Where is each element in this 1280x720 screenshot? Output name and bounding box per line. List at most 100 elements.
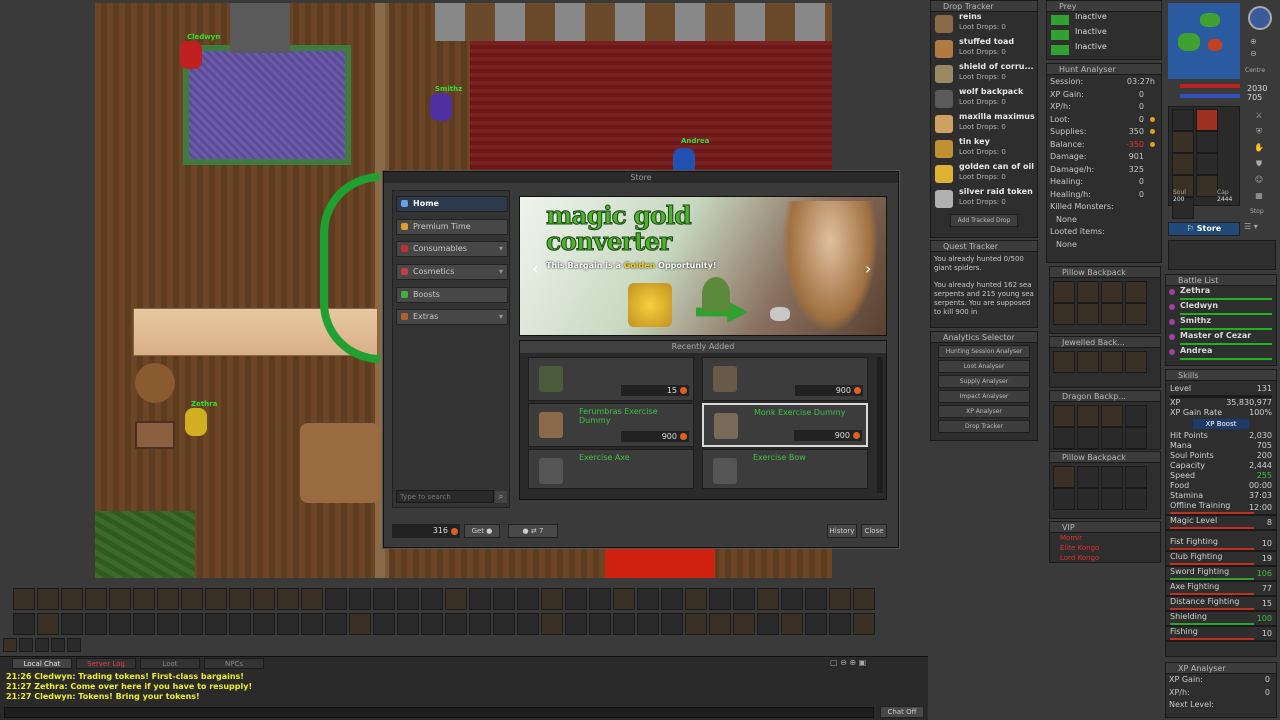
hotkey-slot[interactable] [109, 613, 131, 635]
hotkey-slot[interactable] [613, 613, 635, 635]
hotkey-slot[interactable] [301, 588, 323, 610]
store-item[interactable]: Ferumbras Exercise Dummy 900 [528, 403, 694, 447]
store-item[interactable]: 900 [702, 357, 868, 401]
hunting-session-analyser-button[interactable]: Hunting Session Analyser [938, 345, 1030, 358]
character-cledwyn[interactable] [180, 41, 202, 69]
hotkey-slot[interactable] [349, 613, 371, 635]
hotkey-slot[interactable] [205, 588, 227, 610]
hotkey-slot[interactable] [349, 588, 371, 610]
chat-tab-local[interactable]: Local Chat [12, 658, 72, 669]
container-slot[interactable] [1053, 488, 1075, 510]
drop-item[interactable]: silver raid token Loot Drops: 0 [931, 187, 1037, 212]
hotkey-slot[interactable] [757, 613, 779, 635]
store-window[interactable]: Store Home Premium Time Consumables ▾ Cos… [383, 171, 899, 548]
hotkey-slot[interactable] [13, 613, 35, 635]
hotkey-slot[interactable] [229, 588, 251, 610]
store-button[interactable]: ⚐ Store [1168, 222, 1240, 236]
container-slot[interactable] [1077, 427, 1099, 449]
hotkey-slot[interactable] [637, 613, 659, 635]
hotkey-slot[interactable] [253, 613, 275, 635]
container-slot[interactable] [1125, 405, 1147, 427]
hotkey-slot[interactable] [445, 613, 467, 635]
prey-slot[interactable]: Inactive [1047, 27, 1161, 42]
chat-tab-server-log[interactable]: Server Log [76, 658, 136, 669]
hotkey-slot[interactable] [493, 588, 515, 610]
store-banner[interactable]: magic gold converter This Bargain is a Go… [519, 196, 887, 336]
supply-analyser-button[interactable]: Supply Analyser [938, 375, 1030, 388]
hotkey-slot[interactable] [229, 613, 251, 635]
store-category-home[interactable]: Home [396, 196, 508, 212]
drop-item[interactable]: reins Loot Drops: 0 [931, 12, 1037, 37]
drop-item[interactable]: stuffed toad Loot Drops: 0 [931, 37, 1037, 62]
hotkey-slot[interactable] [19, 638, 33, 652]
container-slot[interactable] [1101, 427, 1123, 449]
hotkey-slot[interactable] [829, 588, 851, 610]
hotkey-slot[interactable] [277, 613, 299, 635]
hotkey-slot[interactable] [685, 613, 707, 635]
hotkey-slot[interactable] [85, 588, 107, 610]
store-item-selected[interactable]: Monk Exercise Dummy 900 [702, 403, 868, 447]
battle-entry[interactable]: Smithz [1166, 316, 1276, 331]
hotkey-slot[interactable] [661, 613, 683, 635]
hotkey-slot[interactable] [493, 613, 515, 635]
battle-entry[interactable]: Cledwyn [1166, 301, 1276, 316]
hotkey-slot[interactable] [277, 588, 299, 610]
hotkey-slot[interactable] [517, 613, 539, 635]
equip-slot[interactable] [1196, 131, 1218, 153]
container-slot[interactable] [1077, 281, 1099, 303]
hotkey-slot[interactable] [805, 588, 827, 610]
store-item[interactable]: Exercise Axe [528, 449, 694, 489]
hotkey-slot[interactable] [373, 588, 395, 610]
hotkey-slot[interactable] [301, 613, 323, 635]
container-dragon-backpack[interactable]: Dragon Backp... [1049, 390, 1161, 450]
equip-slot[interactable] [1172, 131, 1194, 153]
battle-entry[interactable]: Master of Cezar [1166, 331, 1276, 346]
combat-mode-buttons[interactable]: ⚔ ⛨ ✋ ⛊ ☺ ▦ [1246, 108, 1272, 206]
hotkey-slot[interactable] [181, 613, 203, 635]
hotkey-slot[interactable] [541, 588, 563, 610]
hotkey-slot[interactable] [61, 588, 83, 610]
history-button[interactable]: History [827, 524, 857, 538]
hotkey-slot[interactable] [133, 613, 155, 635]
store-category-consumables[interactable]: Consumables ▾ [396, 241, 508, 257]
container-slot[interactable] [1125, 303, 1147, 325]
hotkey-slot[interactable] [589, 613, 611, 635]
container-pillow-backpack-2[interactable]: Pillow Backpack [1049, 451, 1161, 519]
container-slot[interactable] [1101, 303, 1123, 325]
container-slot[interactable] [1125, 351, 1147, 373]
store-category-boosts[interactable]: Boosts [396, 287, 508, 303]
chat-tab-loot[interactable]: Loot [140, 658, 200, 669]
store-category-cosmetics[interactable]: Cosmetics ▾ [396, 264, 508, 280]
xp-boost-button[interactable]: XP Boost [1193, 419, 1249, 429]
equip-slot[interactable] [1172, 109, 1194, 131]
hotkey-slot[interactable] [781, 613, 803, 635]
chat-controls-icon[interactable]: ▢ ⊖ ⊕ ▣ [830, 658, 866, 667]
container-slot[interactable] [1125, 427, 1147, 449]
hotkey-slot[interactable] [157, 613, 179, 635]
container-slot[interactable] [1053, 466, 1075, 488]
container-slot[interactable] [1125, 466, 1147, 488]
container-pillow-backpack[interactable]: Pillow Backpack [1049, 266, 1161, 334]
hotkey-slot[interactable] [829, 613, 851, 635]
hotkey-slot[interactable] [445, 588, 467, 610]
hotkey-slot[interactable] [67, 638, 81, 652]
hotkey-slot[interactable] [325, 588, 347, 610]
hotkey-slot[interactable] [469, 588, 491, 610]
hotkey-slot[interactable] [661, 588, 683, 610]
container-slot[interactable] [1125, 488, 1147, 510]
hotkey-slot[interactable] [805, 613, 827, 635]
equip-slot-armor[interactable] [1172, 153, 1194, 175]
store-category-premium[interactable]: Premium Time [396, 219, 508, 235]
battle-entry[interactable]: Andrea [1166, 346, 1276, 361]
hotkey-slot[interactable] [781, 588, 803, 610]
compass-icon[interactable] [1248, 6, 1272, 30]
container-slot[interactable] [1101, 405, 1123, 427]
hotkey-slot[interactable] [421, 613, 443, 635]
container-slot[interactable] [1101, 351, 1123, 373]
hotkey-slot[interactable] [733, 588, 755, 610]
equip-slot-legs[interactable] [1196, 175, 1218, 197]
xp-analyser-button[interactable]: XP Analyser [938, 405, 1030, 418]
hotkey-slot[interactable] [373, 613, 395, 635]
prey-slot[interactable]: Inactive [1047, 12, 1161, 27]
hotkey-slot[interactable] [469, 613, 491, 635]
